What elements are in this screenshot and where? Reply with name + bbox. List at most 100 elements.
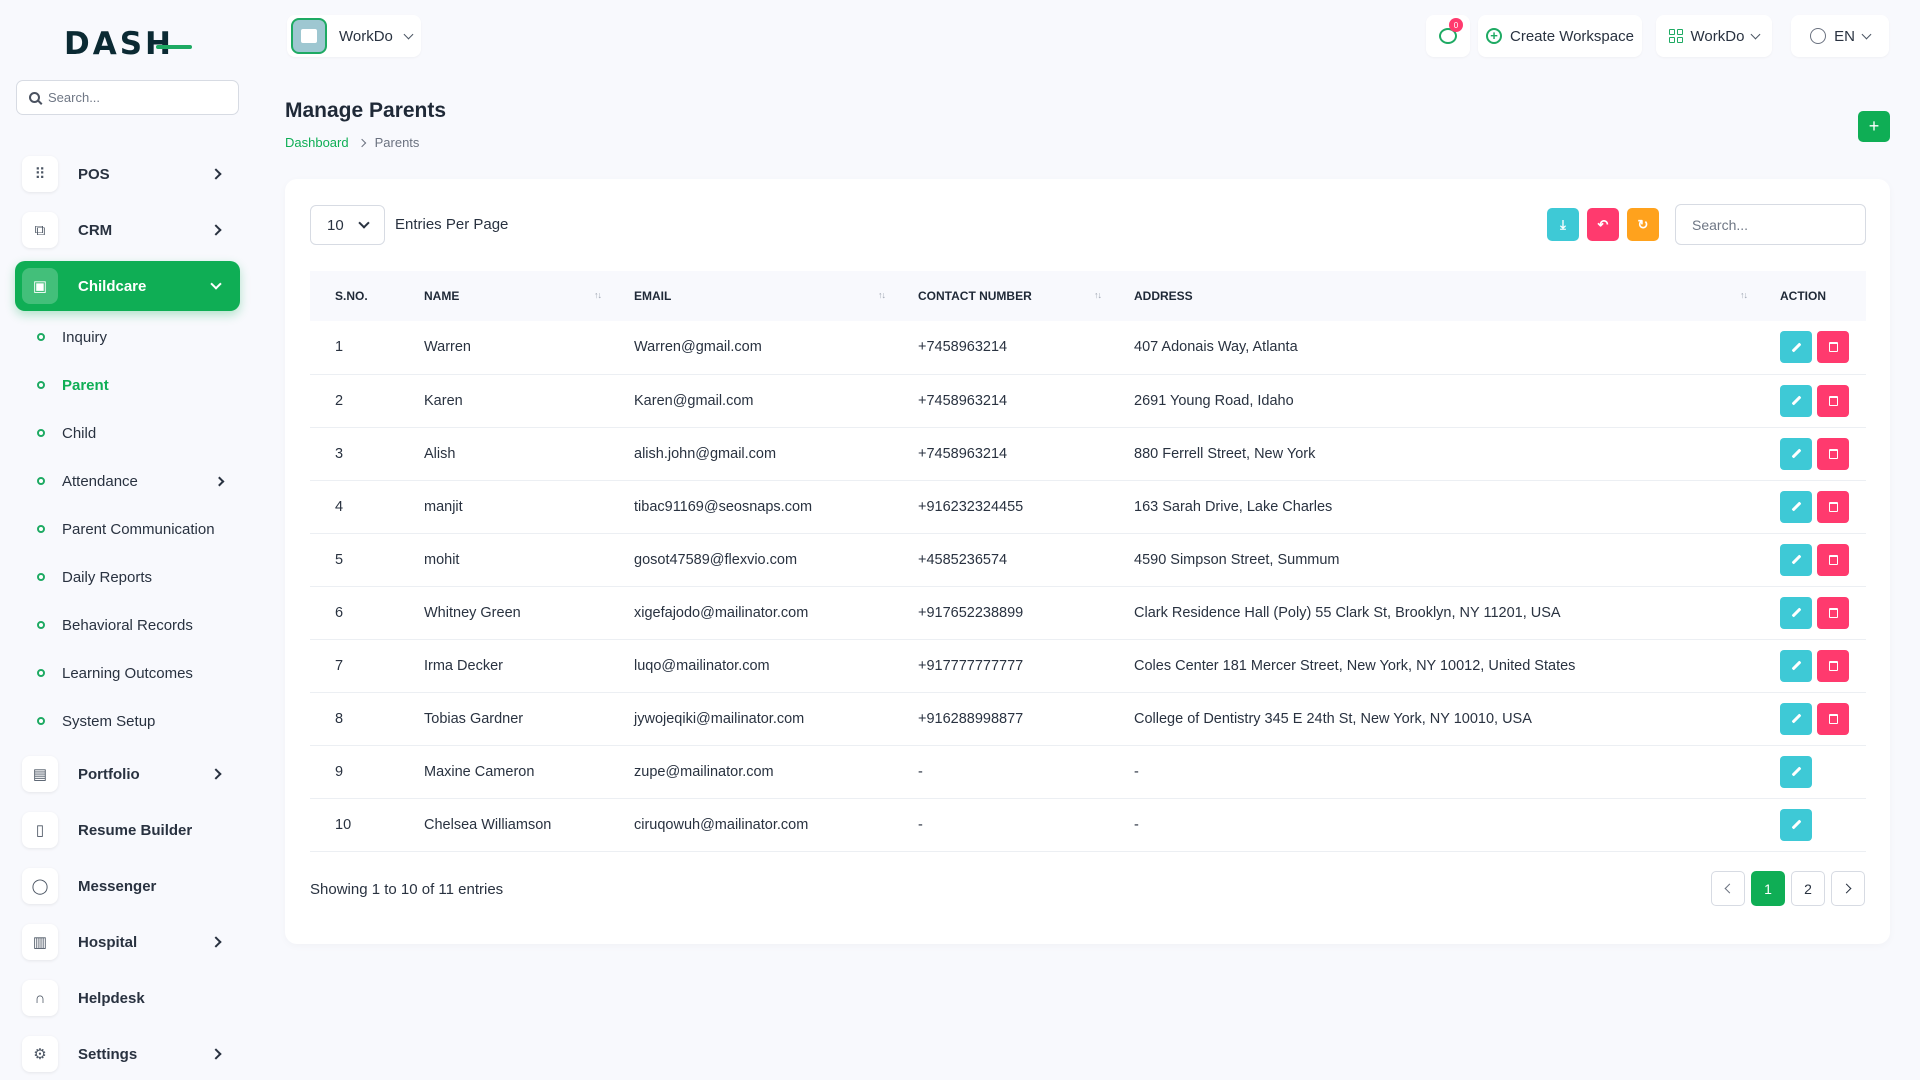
delete-button[interactable] xyxy=(1817,702,1849,735)
delete-button[interactable] xyxy=(1817,649,1849,682)
cell-email: luqo@mailinator.com xyxy=(634,657,770,674)
sidebar-subitem-label: Child xyxy=(62,424,97,442)
reset-button[interactable]: ↶ xyxy=(1587,208,1619,241)
cell-actions xyxy=(1755,586,1866,639)
sidebar-subitem-daily-reports[interactable]: Daily Reports xyxy=(37,562,237,592)
delete-button[interactable] xyxy=(1817,596,1849,629)
delete-button[interactable] xyxy=(1817,490,1849,523)
pagination-page-2[interactable]: 2 xyxy=(1791,871,1825,906)
edit-button[interactable] xyxy=(1780,437,1812,470)
cell-address: Clark Residence Hall (Poly) 55 Clark St,… xyxy=(1134,604,1561,621)
edit-button[interactable] xyxy=(1780,543,1812,576)
bullet-icon xyxy=(37,381,45,389)
edit-button[interactable] xyxy=(1780,649,1812,682)
table-row: 5 mohit gosot47589@flexvio.com +4585236574 4… xyxy=(310,533,1866,586)
workdo-label: WorkDo xyxy=(1690,27,1745,45)
column-header-email[interactable]: EMAIL ↑↓ xyxy=(609,271,893,321)
sidebar-item-pos[interactable]: ⠿ POS xyxy=(15,149,240,199)
sidebar-item-portfolio[interactable]: ▤ Portfolio xyxy=(15,749,240,799)
create-workspace-button[interactable]: + Create Workspace xyxy=(1478,15,1642,57)
cell-email: tibac91169@seosnaps.com xyxy=(634,498,813,515)
cell-name: Alish xyxy=(424,445,456,462)
dash-logo[interactable]: DASH xyxy=(64,26,192,62)
bullet-icon xyxy=(37,477,45,485)
sidebar-subitem-label: Attendance xyxy=(62,472,138,490)
sidebar-subitem-parent[interactable]: Parent xyxy=(37,370,237,400)
language-label: EN xyxy=(1834,27,1855,45)
pagination-prev-button[interactable] xyxy=(1711,871,1745,906)
column-header-contact[interactable]: CONTACT NUMBER ↑↓ xyxy=(893,271,1109,321)
sidebar-item-label: Settings xyxy=(78,1045,138,1063)
briefcase-icon: ▤ xyxy=(22,756,58,792)
sidebar-item-label: POS xyxy=(78,165,110,183)
cell-name: Chelsea Williamson xyxy=(424,816,552,833)
language-dropdown[interactable]: EN xyxy=(1791,15,1889,57)
sidebar-item-messenger[interactable]: ◯ Messenger xyxy=(15,861,240,911)
sidebar-item-label: CRM xyxy=(78,221,113,239)
entries-per-page-select[interactable]: 10 xyxy=(310,205,385,245)
sidebar-item-childcare[interactable]: ▣ Childcare xyxy=(15,261,240,311)
trash-icon xyxy=(1828,501,1838,512)
refresh-button[interactable]: ↻ xyxy=(1627,208,1659,241)
delete-button[interactable] xyxy=(1817,384,1849,417)
delete-button[interactable] xyxy=(1817,437,1849,470)
cell-contact: +916288998877 xyxy=(918,710,1024,727)
pagination-page-1[interactable]: 1 xyxy=(1751,871,1785,906)
edit-button[interactable] xyxy=(1780,331,1812,364)
sidebar-subitem-attendance[interactable]: Attendance xyxy=(37,466,237,496)
cell-actions xyxy=(1755,427,1866,480)
sidebar-subitem-label: Daily Reports xyxy=(62,568,153,586)
sidebar-subitem-system-setup[interactable]: System Setup xyxy=(37,706,237,736)
sidebar-item-label: Portfolio xyxy=(78,765,140,783)
breadcrumb-dashboard-link[interactable]: Dashboard xyxy=(285,135,349,150)
chevron-right-icon xyxy=(1841,883,1852,894)
sidebar-subitem-inquiry[interactable]: Inquiry xyxy=(37,322,237,352)
cell-contact: - xyxy=(918,816,923,833)
sidebar-subitem-child[interactable]: Child xyxy=(37,418,237,448)
sidebar-item-label: Childcare xyxy=(78,277,147,295)
sidebar-item-label: Messenger xyxy=(78,877,157,895)
column-header-name[interactable]: NAME ↑↓ xyxy=(399,271,609,321)
sidebar-item-settings[interactable]: ⚙ Settings xyxy=(15,1029,240,1079)
download-icon: ⤓ xyxy=(1560,216,1566,232)
cell-email: Warren@gmail.com xyxy=(634,339,762,356)
cell-name: Karen xyxy=(424,392,463,409)
sidebar-item-helpdesk[interactable]: ∩ Helpdesk xyxy=(15,973,240,1023)
search-icon xyxy=(29,92,40,103)
sidebar-item-hospital[interactable]: ▥ Hospital xyxy=(15,917,240,967)
cell-sno: 3 xyxy=(335,445,344,462)
breadcrumb: Dashboard Parents xyxy=(285,135,419,150)
bullet-icon xyxy=(37,525,45,533)
parents-table-card: 10 Entries Per Page ⤓ ↶ ↻ S.NO. NAME↑↓ E… xyxy=(285,179,1890,944)
notifications-button[interactable] xyxy=(1426,15,1470,57)
sidebar-subitem-behavioral-records[interactable]: Behavioral Records xyxy=(37,610,237,640)
sidebar-item-resume-builder[interactable]: ▯ Resume Builder xyxy=(15,805,240,855)
edit-button[interactable] xyxy=(1780,808,1812,841)
trash-icon xyxy=(1828,607,1838,618)
sidebar-item-crm[interactable]: ⧉ CRM xyxy=(15,205,240,255)
add-parent-button[interactable]: + xyxy=(1858,111,1890,142)
column-header-address[interactable]: ADDRESS ↑↓ xyxy=(1109,271,1755,321)
workdo-dropdown[interactable]: WorkDo xyxy=(1656,15,1772,57)
table-row: 4 manjit tibac91169@seosnaps.com +916232324… xyxy=(310,480,1866,533)
workspace-switcher[interactable]: WorkDo xyxy=(287,15,421,57)
edit-button[interactable] xyxy=(1780,490,1812,523)
trash-icon xyxy=(1828,342,1838,353)
pagination-next-button[interactable] xyxy=(1831,871,1865,906)
cell-email: jywojeqiki@mailinator.com xyxy=(634,710,805,727)
pencil-icon xyxy=(1791,607,1801,618)
edit-button[interactable] xyxy=(1780,384,1812,417)
cell-actions xyxy=(1755,533,1866,586)
sidebar-subitem-parent-communication[interactable]: Parent Communication xyxy=(37,514,237,544)
cell-name: Maxine Cameron xyxy=(424,763,535,780)
edit-button[interactable] xyxy=(1780,596,1812,629)
delete-button[interactable] xyxy=(1817,331,1849,364)
edit-button[interactable] xyxy=(1780,702,1812,735)
delete-button[interactable] xyxy=(1817,543,1849,576)
table-search-input[interactable] xyxy=(1675,204,1866,245)
sidebar-subitem-learning-outcomes[interactable]: Learning Outcomes xyxy=(37,658,237,688)
chevron-right-icon xyxy=(210,768,222,780)
export-button[interactable]: ⤓ xyxy=(1547,208,1579,241)
sidebar-search[interactable]: Search... xyxy=(16,80,239,115)
edit-button[interactable] xyxy=(1780,755,1812,788)
